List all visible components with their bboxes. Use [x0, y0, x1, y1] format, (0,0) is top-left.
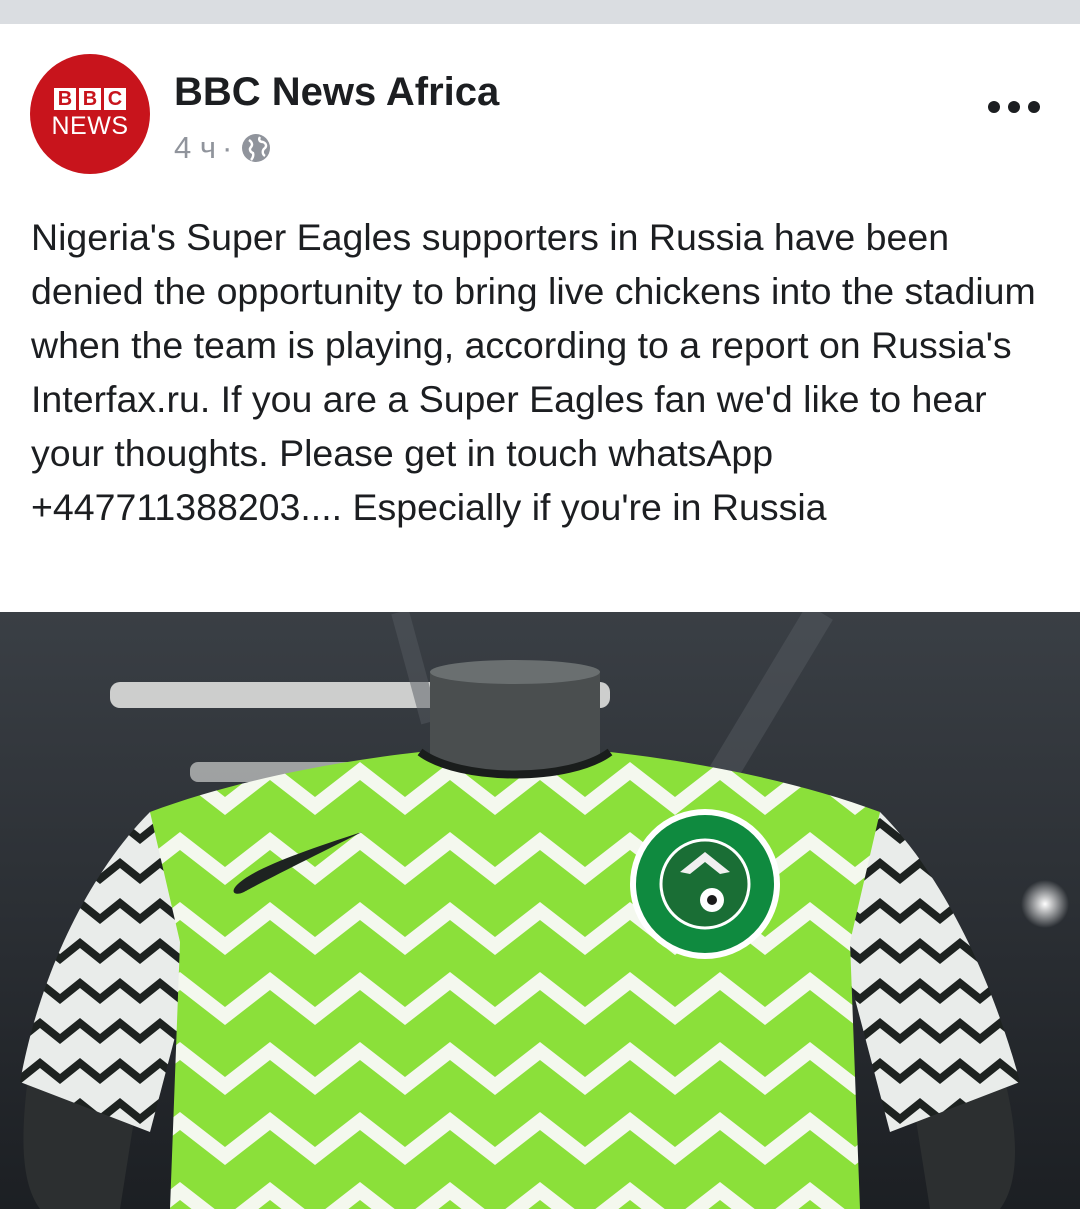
more-options-button[interactable]	[988, 94, 1040, 120]
post-meta: 4 ч ·	[174, 128, 272, 168]
jersey-photo-illustration	[0, 612, 1080, 1209]
bbc-logo-blocks: B B C	[54, 88, 126, 110]
ceiling-spotlight	[1021, 880, 1069, 928]
bbc-logo-letter: C	[104, 88, 126, 110]
more-dot	[988, 101, 1000, 113]
page-avatar[interactable]: B B C NEWS	[30, 54, 150, 174]
more-dot	[1008, 101, 1020, 113]
post-timestamp[interactable]: 4 ч	[174, 130, 216, 166]
meta-separator: ·	[222, 130, 233, 165]
bbc-logo-letter: B	[79, 88, 101, 110]
more-dot	[1028, 101, 1040, 113]
post-body-text: Nigeria's Super Eagles supporters in Rus…	[31, 216, 1036, 528]
facebook-post-card: B B C NEWS BBC News Africa 4 ч · Nigeria…	[0, 24, 1080, 1209]
post-photo[interactable]	[0, 612, 1080, 1209]
bbc-logo-letter: B	[54, 88, 76, 110]
jersey-body	[150, 752, 880, 1209]
globe-icon	[242, 134, 271, 162]
feed-divider	[0, 0, 1080, 24]
bbc-logo-news: NEWS	[51, 112, 129, 140]
page-name-link[interactable]: BBC News Africa	[174, 70, 499, 115]
federation-badge-icon	[630, 809, 780, 959]
